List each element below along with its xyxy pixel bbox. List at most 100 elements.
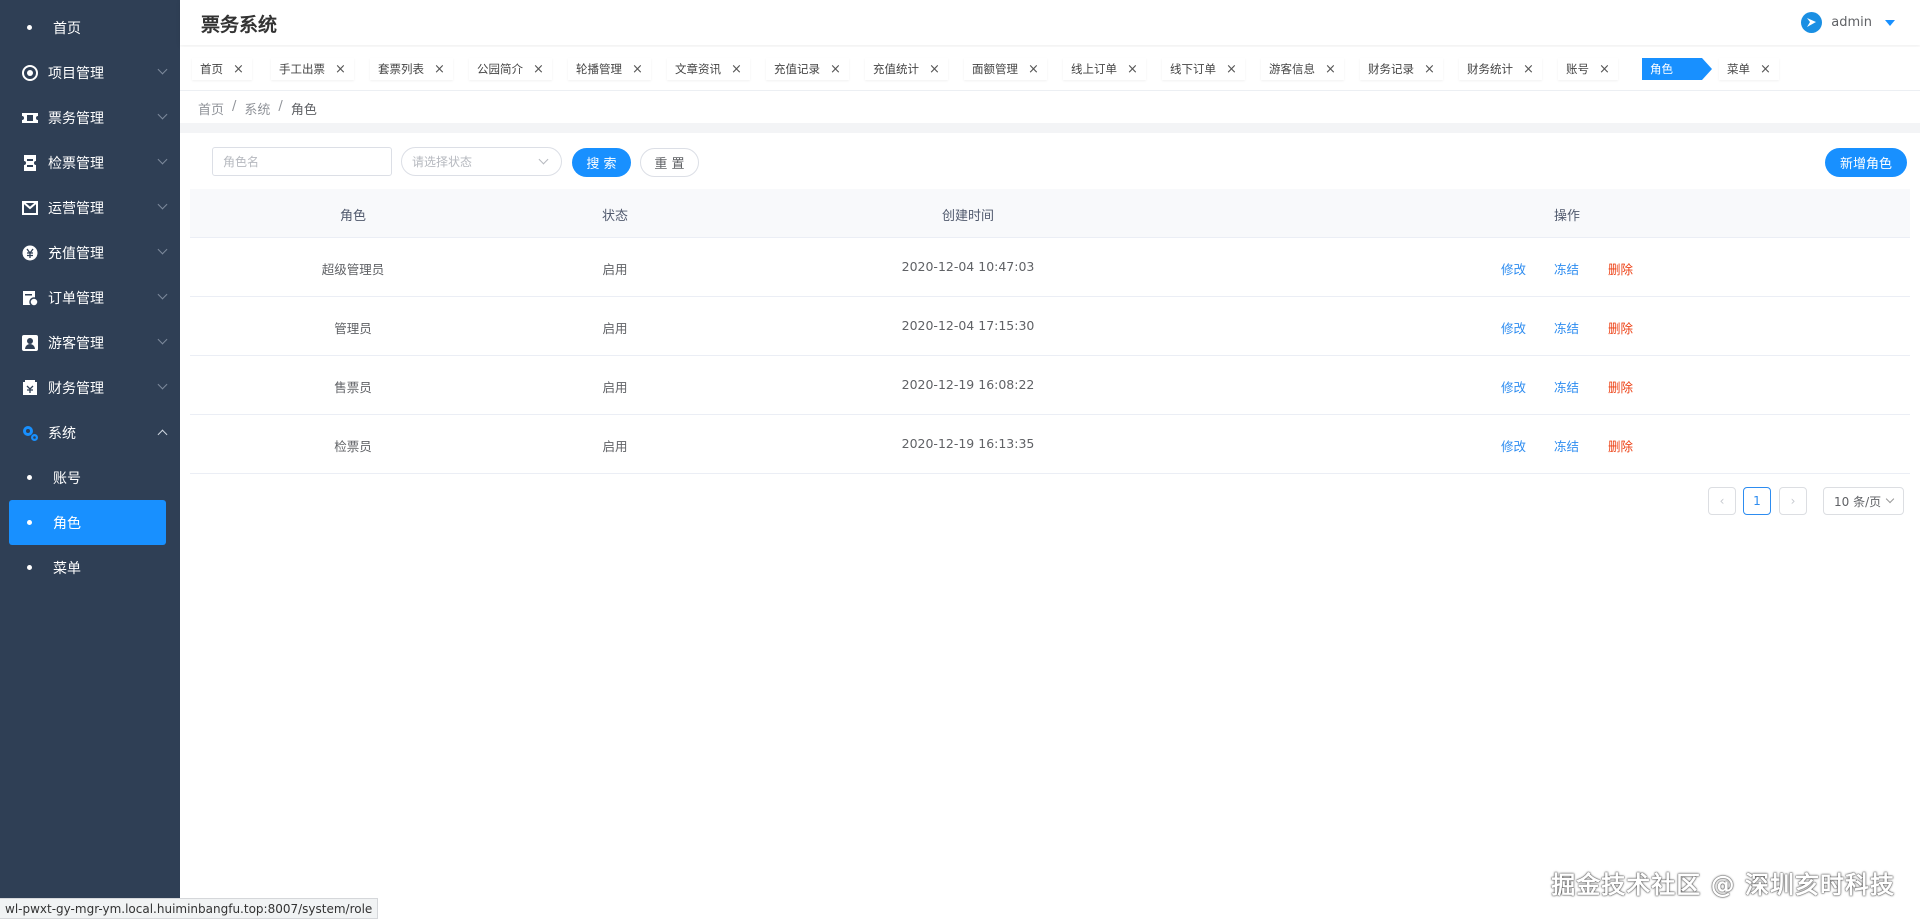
close-icon[interactable]: × [1028,62,1039,77]
tag-menu[interactable]: 菜单 × [1719,58,1779,80]
sidebar-item-system[interactable]: 系统 [0,410,180,455]
tags-bar: 首页 × 手工出票 × 套票列表 × 公园简介 × 轮播管理 × 文章资讯 × 充值记录 × … [180,47,1920,91]
add-role-button[interactable]: 新增角色 [1825,148,1907,177]
sidebar-subitem-role[interactable]: 角色 [9,500,166,545]
tag-label: 账号 [1566,62,1589,76]
breadcrumb-home[interactable]: 首页 [198,99,224,118]
close-icon[interactable]: × [335,62,346,77]
close-icon[interactable]: × [1523,62,1534,77]
sidebar-item-label: 充值管理 [48,245,104,262]
operation-icon [21,199,39,217]
tag-package-list[interactable]: 套票列表 × [370,58,453,80]
search-button[interactable]: 搜 索 [572,148,631,177]
sidebar-subitem-menu[interactable]: 菜单 [0,545,180,590]
delete-link[interactable]: 删除 [1608,436,1633,455]
freeze-link[interactable]: 冻结 [1554,259,1579,278]
close-icon[interactable]: × [1424,62,1435,77]
freeze-link[interactable]: 冻结 [1554,377,1579,396]
close-icon[interactable]: × [1760,62,1771,77]
tag-label: 轮播管理 [576,62,622,76]
sidebar-item-operations[interactable]: 运营管理 [0,185,180,230]
table-row: 售票员 启用 2020-12-19 16:08:22 修改 冻结 删除 [190,356,1910,415]
table-header: 角色 状态 创建时间 操作 [190,189,1910,238]
tag-online-orders[interactable]: 线上订单 × [1063,58,1146,80]
tag-park-intro[interactable]: 公园简介 × [469,58,552,80]
tag-account[interactable]: 账号 × [1558,58,1618,80]
delete-link[interactable]: 删除 [1608,377,1633,396]
sidebar-item-label: 项目管理 [48,65,104,82]
tag-recharge-records[interactable]: 充值记录 × [766,58,849,80]
edit-link[interactable]: 修改 [1501,436,1526,455]
sidebar-item-label: 运营管理 [48,200,104,217]
tag-finance-records[interactable]: 财务记录 × [1360,58,1443,80]
freeze-link[interactable]: 冻结 [1554,436,1579,455]
sidebar-item-label: 账号 [53,470,81,487]
bullet-icon [27,25,32,30]
tag-denomination[interactable]: 面额管理 × [964,58,1047,80]
tag-visitor-info[interactable]: 游客信息 × [1261,58,1344,80]
top-header: 票务系统 admin [180,0,1920,45]
sidebar-item-orders[interactable]: 订单管理 [0,275,180,320]
tag-offline-orders[interactable]: 线下订单 × [1162,58,1245,80]
tag-manual-ticket[interactable]: 手工出票 × [271,58,354,80]
sidebar-item-check[interactable]: 检票管理 [0,140,180,185]
order-icon [21,289,39,307]
close-icon[interactable]: × [1127,62,1138,77]
chevron-down-icon [538,154,549,165]
tag-label: 文章资讯 [675,62,721,76]
reset-button[interactable]: 重 置 [640,148,699,177]
close-icon[interactable]: × [731,62,742,77]
delete-link[interactable]: 删除 [1608,259,1633,278]
cell-status: 启用 [602,321,628,336]
role-name-input[interactable]: 角色名 [212,147,392,176]
close-icon[interactable]: × [830,62,841,77]
freeze-link[interactable]: 冻结 [1554,318,1579,337]
tag-recharge-stats[interactable]: 充值统计 × [865,58,948,80]
target-icon [21,64,39,82]
chevron-up-icon [157,429,168,440]
cell-status: 启用 [602,439,628,454]
tag-label: 充值统计 [873,62,919,76]
cell-status: 启用 [602,262,628,277]
chevron-down-icon [1885,494,1895,504]
tag-finance-stats[interactable]: 财务统计 × [1459,58,1542,80]
tag-carousel[interactable]: 轮播管理 × [568,58,651,80]
sidebar-subitem-account[interactable]: 账号 [0,455,180,500]
status-select[interactable]: 请选择状态 [401,147,562,176]
close-icon[interactable]: × [233,62,244,77]
close-icon[interactable]: × [929,62,940,77]
sidebar-item-tickets[interactable]: 票务管理 [0,95,180,140]
sidebar-item-recharge[interactable]: 充值管理 [0,230,180,275]
sidebar-item-finance[interactable]: 财务管理 [0,365,180,410]
next-page-button[interactable]: › [1779,487,1807,515]
prev-page-button[interactable]: ‹ [1708,487,1736,515]
sidebar-item-visitors[interactable]: 游客管理 [0,320,180,365]
column-header-actions: 操作 [1553,209,1581,224]
cell-created: 2020-12-19 16:08:22 [901,377,1035,392]
close-icon[interactable]: × [1599,62,1610,77]
close-icon[interactable]: × [434,62,445,77]
breadcrumb-parent[interactable]: 系统 [244,99,270,118]
edit-link[interactable]: 修改 [1501,377,1526,396]
page-number[interactable]: 1 [1743,487,1771,515]
tag-articles[interactable]: 文章资讯 × [667,58,750,80]
tag-label: 角色 [1650,62,1673,76]
close-icon[interactable]: × [632,62,643,77]
tag-role[interactable]: 角色 [1642,58,1712,80]
sidebar-item-projects[interactable]: 项目管理 [0,50,180,95]
user-menu[interactable]: admin [1801,12,1895,33]
user-icon [21,334,39,352]
tag-label: 公园简介 [477,62,523,76]
close-icon[interactable]: × [1226,62,1237,77]
page-size-select[interactable]: 10 条/页 [1823,487,1904,515]
tag-home[interactable]: 首页 × [192,58,252,80]
delete-link[interactable]: 删除 [1608,318,1633,337]
edit-link[interactable]: 修改 [1501,259,1526,278]
page-size-label: 10 条/页 [1834,494,1882,509]
sidebar-item-home[interactable]: 首页 [0,5,180,50]
table-row: 检票员 启用 2020-12-19 16:13:35 修改 冻结 删除 [190,415,1910,474]
edit-link[interactable]: 修改 [1501,318,1526,337]
tag-label: 面额管理 [972,62,1018,76]
close-icon[interactable]: × [1325,62,1336,77]
close-icon[interactable]: × [533,62,544,77]
